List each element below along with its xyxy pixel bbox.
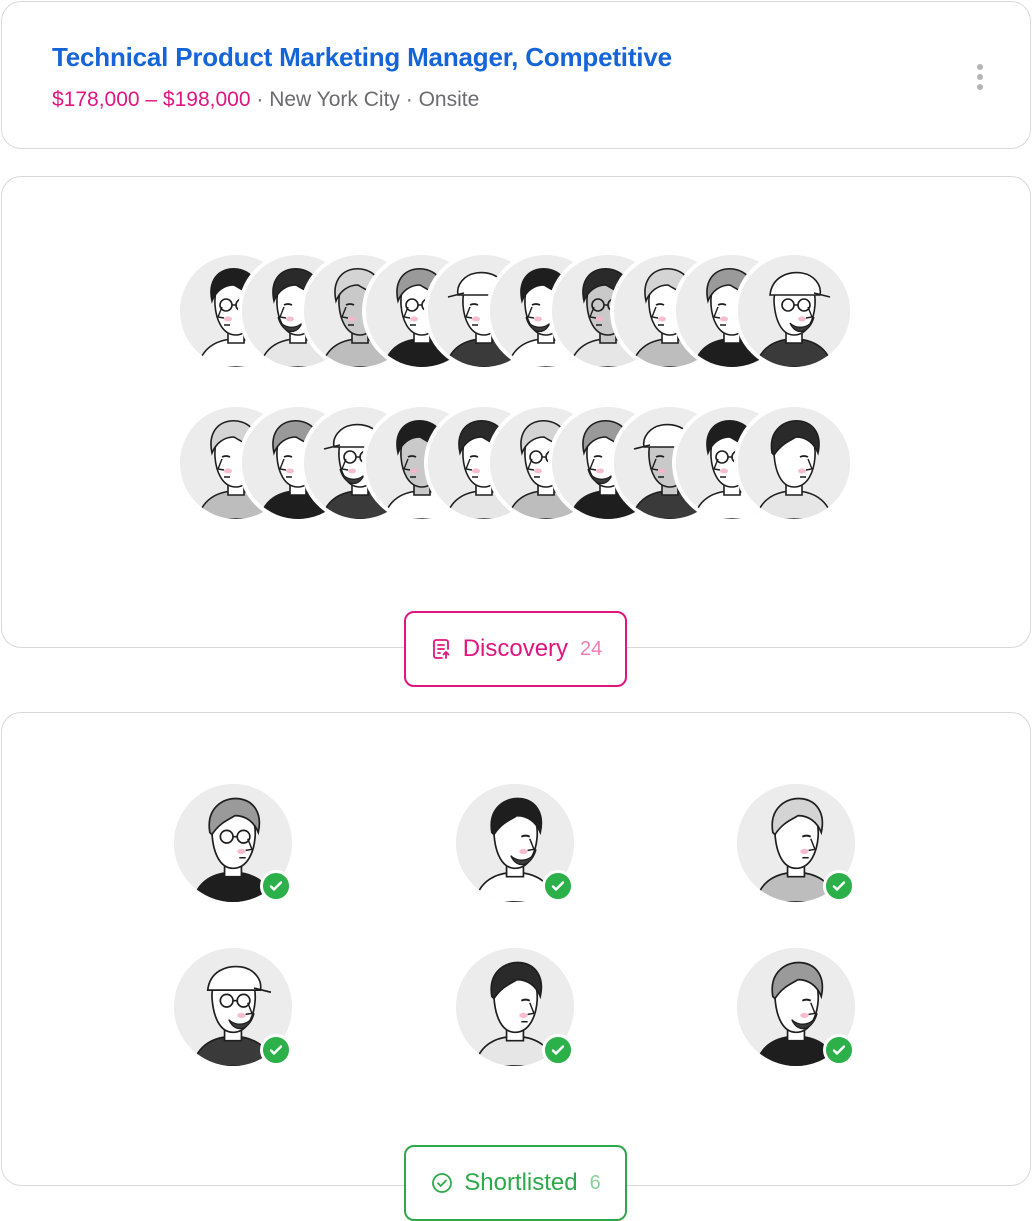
job-title[interactable]: Technical Product Marketing Manager, Com… — [52, 42, 672, 73]
candidate-avatar[interactable] — [734, 403, 854, 523]
check-badge-icon — [260, 870, 292, 902]
document-upload-icon — [432, 639, 450, 659]
candidate-row — [176, 251, 866, 371]
more-menu-icon[interactable] — [970, 60, 990, 94]
job-header-card: Technical Product Marketing Manager, Com… — [1, 1, 1031, 149]
check-circle-icon — [432, 1173, 453, 1193]
discovery-card — [1, 176, 1031, 648]
check-badge-icon — [823, 1034, 855, 1066]
salary-range: $178,000 – $198,000 — [52, 88, 251, 111]
shortlisted-label: Shortlisted — [464, 1169, 578, 1196]
job-meta: $178,000 – $198,000 · New York City · On… — [52, 88, 479, 112]
candidate-row — [176, 403, 866, 523]
shortlisted-candidate[interactable] — [737, 784, 861, 908]
discovery-count: 24 — [580, 637, 603, 660]
check-badge-icon — [823, 870, 855, 902]
check-badge-icon — [260, 1034, 292, 1066]
shortlisted-candidate[interactable] — [174, 784, 298, 908]
location-details: · New York City · Onsite — [250, 88, 480, 111]
shortlisted-count: 6 — [589, 1171, 601, 1194]
shortlisted-candidate[interactable] — [737, 948, 861, 1072]
discovery-label: Discovery — [462, 635, 569, 662]
menu-dot — [977, 84, 983, 90]
check-badge-icon — [542, 1034, 574, 1066]
shortlisted-candidate[interactable] — [456, 948, 580, 1072]
shortlisted-card — [1, 712, 1031, 1186]
check-badge-icon — [542, 870, 574, 902]
candidate-avatar[interactable] — [734, 251, 854, 371]
discovery-button[interactable]: Discovery 24 — [404, 611, 627, 687]
menu-dot — [977, 64, 983, 70]
shortlisted-candidate[interactable] — [174, 948, 298, 1072]
shortlisted-candidate[interactable] — [456, 784, 580, 908]
menu-dot — [977, 74, 983, 80]
shortlisted-button[interactable]: Shortlisted 6 — [404, 1145, 627, 1221]
